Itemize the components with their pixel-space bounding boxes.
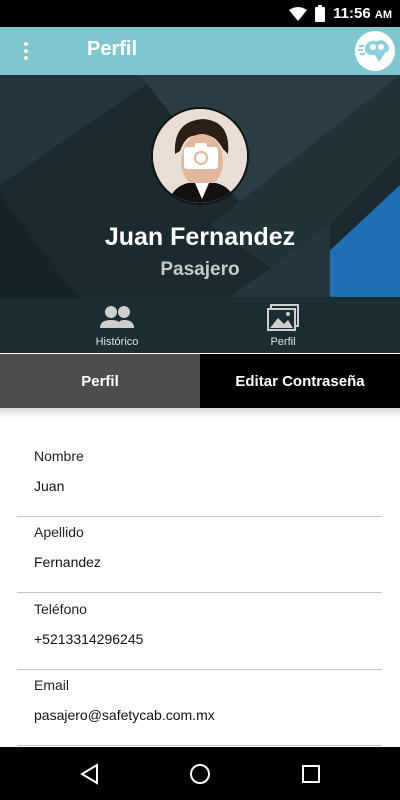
photos-icon	[267, 304, 299, 331]
field-value: Fernandez	[34, 554, 101, 570]
clock-time: 11:56	[333, 5, 371, 22]
profile-screen: 11:56 AM Perfil Juan Fernandez Pasajero …	[0, 0, 400, 800]
tab-perfil[interactable]: Perfil	[0, 354, 200, 408]
app-bar-title: Perfil	[87, 38, 138, 60]
status-bar: 11:56 AM	[0, 0, 400, 27]
profile-tabs: Perfil Editar Contraseña	[0, 354, 400, 408]
safetycab-logo[interactable]	[355, 31, 395, 71]
field-apellido[interactable]: Apellido Fernandez	[17, 516, 382, 593]
clock-ampm: AM	[374, 9, 392, 21]
field-label: Teléfono	[34, 601, 87, 617]
field-value: pasajero@safetycab.com.mx	[34, 707, 215, 723]
field-label: Nombre	[34, 448, 84, 464]
battery-icon	[315, 5, 326, 22]
back-icon[interactable]	[78, 762, 102, 786]
field-label: Apellido	[34, 524, 84, 540]
app-bar: Perfil	[0, 27, 400, 75]
profile-nav: Histórico Perfil	[0, 298, 400, 353]
nav-perfil[interactable]: Perfil	[183, 298, 383, 353]
clock: 11:56 AM	[333, 5, 392, 22]
user-role: Pasajero	[160, 259, 240, 280]
field-nombre[interactable]: Nombre Juan	[17, 440, 382, 517]
more-vert-icon[interactable]	[14, 37, 38, 65]
tabs-shadow	[0, 408, 400, 418]
user-name: Juan Fernandez	[104, 223, 296, 251]
camera-icon[interactable]	[184, 143, 218, 169]
recents-icon[interactable]	[299, 762, 323, 786]
tab-editar-contrasena[interactable]: Editar Contraseña	[200, 354, 400, 408]
home-icon[interactable]	[188, 762, 212, 786]
field-label: Email	[34, 677, 70, 693]
profile-header: Juan Fernandez Pasajero Histórico Perfil	[0, 75, 400, 353]
nav-perfil-label: Perfil	[270, 336, 296, 348]
field-value: +5213314296245	[34, 631, 144, 647]
system-navigation-bar	[0, 747, 400, 800]
wifi-icon	[289, 6, 308, 21]
people-icon	[100, 306, 134, 328]
field-email[interactable]: Email pasajero@safetycab.com.mx	[17, 669, 382, 746]
field-telefono[interactable]: Teléfono +5213314296245	[17, 593, 382, 670]
field-value: Juan	[34, 478, 65, 494]
